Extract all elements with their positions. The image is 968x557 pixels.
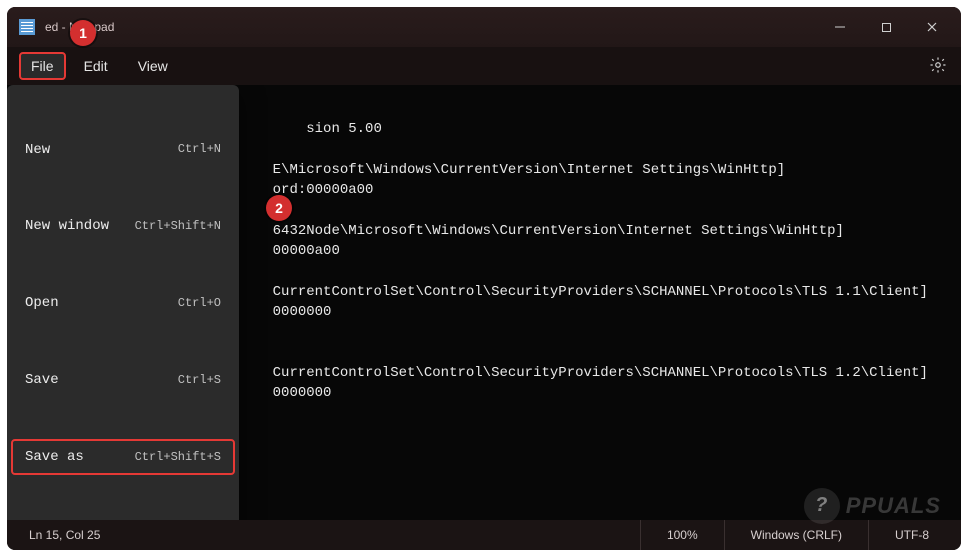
menubar: File Edit View bbox=[7, 47, 961, 85]
close-button[interactable] bbox=[909, 11, 955, 43]
menu-item-shortcut: Ctrl+Shift+S bbox=[135, 449, 221, 466]
watermark-text: PPUALS bbox=[846, 493, 941, 519]
status-line-ending: Windows (CRLF) bbox=[724, 520, 868, 550]
menu-item-open[interactable]: Open Ctrl+O bbox=[11, 285, 235, 321]
callout-2: 2 bbox=[266, 195, 292, 221]
menu-edit[interactable]: Edit bbox=[72, 52, 120, 80]
notepad-window: ed - Notepad File Edit View sion 5.00 bbox=[7, 7, 961, 550]
status-position: Ln 15, Col 25 bbox=[13, 528, 640, 542]
maximize-button[interactable] bbox=[863, 11, 909, 43]
menu-item-label: Save bbox=[25, 370, 59, 390]
menu-item-new[interactable]: New Ctrl+N bbox=[11, 132, 235, 168]
settings-icon[interactable] bbox=[929, 56, 947, 77]
menu-item-label: Open bbox=[25, 293, 59, 313]
menu-item-shortcut: Ctrl+S bbox=[178, 372, 221, 389]
statusbar: Ln 15, Col 25 100% Windows (CRLF) UTF-8 bbox=[7, 520, 961, 550]
watermark: PPUALS bbox=[804, 488, 941, 524]
menu-item-label: New bbox=[25, 140, 50, 160]
menu-item-shortcut: Ctrl+N bbox=[178, 141, 221, 158]
minimize-button[interactable] bbox=[817, 11, 863, 43]
menu-view[interactable]: View bbox=[126, 52, 180, 80]
menu-item-save-as[interactable]: Save as Ctrl+Shift+S bbox=[11, 439, 235, 475]
titlebar: ed - Notepad bbox=[7, 7, 961, 47]
menu-item-new-window[interactable]: New window Ctrl+Shift+N bbox=[11, 208, 235, 244]
menu-item-label: Save as bbox=[25, 447, 84, 467]
callout-1: 1 bbox=[70, 20, 96, 46]
editor[interactable]: sion 5.00 E\Microsoft\Windows\CurrentVer… bbox=[7, 85, 961, 520]
file-dropdown: New Ctrl+N New window Ctrl+Shift+N Open … bbox=[7, 85, 239, 520]
status-encoding: UTF-8 bbox=[868, 520, 955, 550]
menu-item-save[interactable]: Save Ctrl+S bbox=[11, 362, 235, 398]
menu-item-shortcut: Ctrl+O bbox=[178, 295, 221, 312]
status-zoom[interactable]: 100% bbox=[640, 520, 724, 550]
menu-item-shortcut: Ctrl+Shift+N bbox=[135, 218, 221, 235]
menu-file[interactable]: File bbox=[19, 52, 66, 80]
notepad-app-icon bbox=[19, 19, 35, 35]
watermark-question-icon bbox=[804, 488, 840, 524]
menu-item-label: New window bbox=[25, 216, 109, 236]
